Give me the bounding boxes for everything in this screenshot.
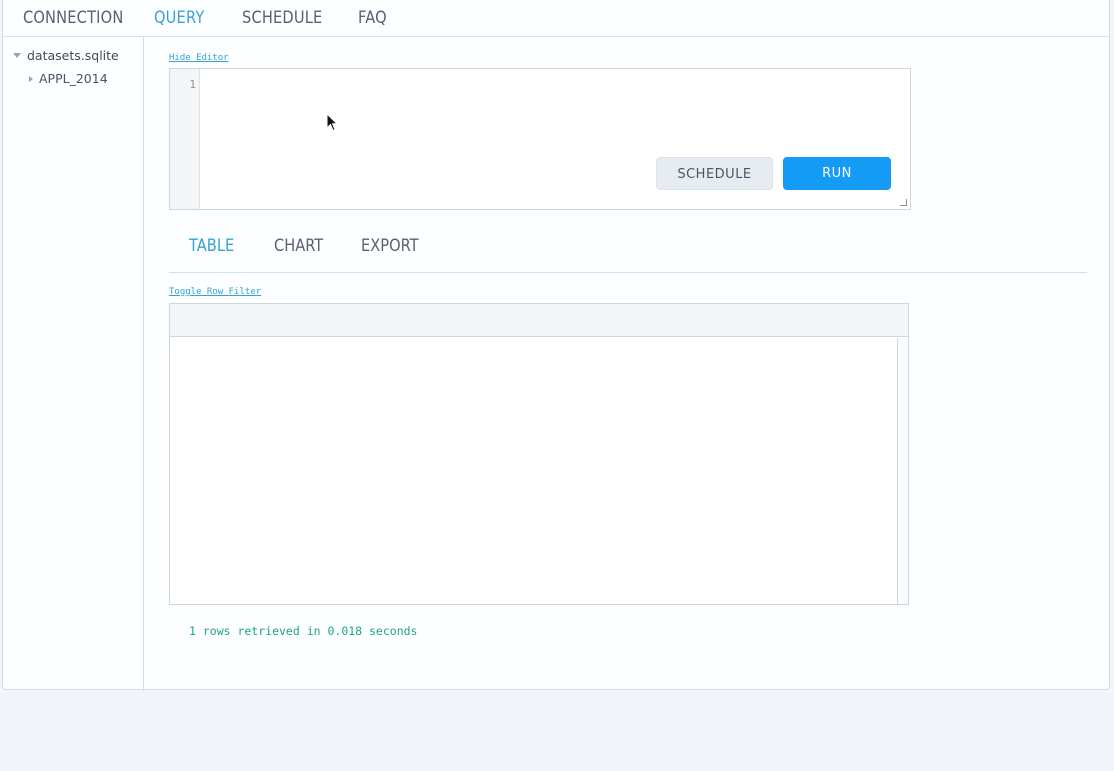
caret-right-icon[interactable]	[29, 76, 33, 82]
app-window: CONNECTION QUERY SCHEDULE FAQ datasets.s…	[2, 0, 1110, 691]
grid-header	[170, 304, 908, 337]
caret-down-icon[interactable]	[13, 53, 21, 58]
tab-faq[interactable]: FAQ	[358, 7, 387, 42]
results-tabs: TABLE CHART EXPORT	[169, 232, 1087, 273]
toggle-row-filter-link[interactable]: Toggle Row Filter	[169, 287, 261, 297]
tab-query[interactable]: QUERY	[154, 7, 204, 42]
query-status: 1 rows retrieved in 0.018 seconds	[189, 624, 418, 638]
grid-scrollbar[interactable]	[897, 338, 908, 604]
run-button[interactable]: RUN	[783, 157, 891, 190]
mouse-pointer-icon	[326, 113, 338, 132]
tab-export[interactable]: EXPORT	[361, 236, 419, 256]
line-number: 1	[189, 78, 196, 91]
tree-database[interactable]: datasets.sqlite	[13, 48, 119, 63]
tab-table[interactable]: TABLE	[189, 236, 234, 256]
tree-table-item[interactable]: APPL_2014	[29, 71, 108, 86]
database-name: datasets.sqlite	[27, 48, 119, 63]
tab-schedule[interactable]: SCHEDULE	[242, 7, 322, 42]
schedule-button[interactable]: SCHEDULE	[656, 157, 773, 190]
resize-handle-icon[interactable]	[900, 199, 907, 206]
table-name: APPL_2014	[39, 71, 108, 86]
hide-editor-link[interactable]: Hide Editor	[169, 53, 229, 63]
results-grid[interactable]	[169, 303, 909, 605]
top-nav: CONNECTION QUERY SCHEDULE FAQ	[3, 1, 1109, 37]
schema-sidebar: datasets.sqlite APPL_2014	[3, 37, 144, 691]
tab-chart[interactable]: CHART	[274, 236, 323, 256]
sql-editor[interactable]: 1 SCHEDULE RUN	[169, 68, 911, 210]
line-number-gutter: 1	[170, 69, 200, 209]
